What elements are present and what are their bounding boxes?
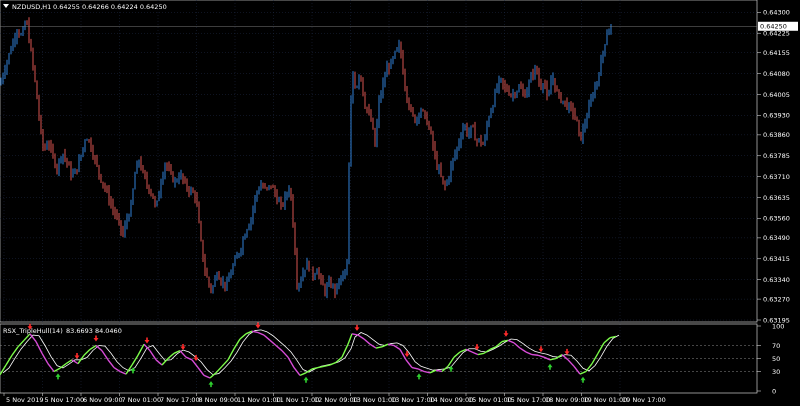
time-tick-label: 19 Nov 17:00 xyxy=(622,396,666,404)
time-tick-label: 19 Nov 01:00 xyxy=(584,396,628,404)
price-tick-label: 0.63860 xyxy=(763,131,790,139)
time-tick-label: 8 Nov 09:00 xyxy=(199,396,239,404)
current-price-label: 0.64250 xyxy=(760,22,787,30)
price-tick-label: 0.63930 xyxy=(763,112,790,120)
price-tick-label: 0.64005 xyxy=(763,91,790,99)
time-tick-label: 13 Nov 01:00 xyxy=(353,396,397,404)
rsx-segment xyxy=(531,353,539,356)
price-tick-label: 0.63490 xyxy=(763,234,790,242)
time-tick-label: 11 Nov 01:00 xyxy=(237,396,281,404)
indicator-values: 83.6693 84.0460 xyxy=(66,327,122,335)
time-tick-label: 12 Nov 09:00 xyxy=(314,396,358,404)
indicator-tick-label: 0 xyxy=(772,387,776,395)
time-tick-label: 6 Nov 09:00 xyxy=(83,396,123,404)
symbol-label: NZDUSD,H1 xyxy=(12,3,51,11)
time-tick-label: 14 Nov 09:00 xyxy=(430,396,474,404)
price-tick-label: 0.64155 xyxy=(763,49,790,57)
ohlc-values: 0.64255 0.64266 0.64224 0.64250 xyxy=(53,3,167,11)
trading-chart[interactable]: 0.643000.642250.641550.640800.640050.639… xyxy=(0,0,800,406)
price-tick-label: 0.63635 xyxy=(763,194,790,202)
price-tick-label: 0.63340 xyxy=(763,276,790,284)
indicator-tick-label: 70 xyxy=(772,342,780,350)
time-tick-label: 11 Nov 17:00 xyxy=(276,396,320,404)
indicator-tick-label: 50 xyxy=(772,355,780,363)
main-header: NZDUSD,H1 0.64255 0.64266 0.64224 0.6425… xyxy=(3,3,167,11)
price-tick-label: 0.63270 xyxy=(763,295,790,303)
time-tick-label: 7 Nov 17:00 xyxy=(160,396,200,404)
current-price-tag: 0.64250 xyxy=(758,21,798,31)
price-tick-label: 0.63785 xyxy=(763,152,790,160)
time-tick-label: 13 Nov 17:00 xyxy=(391,396,435,404)
time-tick-label: 5 Nov 2019 xyxy=(6,396,44,404)
indicator-tick-label: 100 xyxy=(772,322,784,330)
time-tick-label: 5 Nov 17:00 xyxy=(45,396,85,404)
price-tick-label: 0.63415 xyxy=(763,255,790,263)
indicator-tick-label: 30 xyxy=(772,368,780,376)
price-tick-label: 0.64080 xyxy=(763,70,790,78)
price-tick-label: 0.64300 xyxy=(763,9,790,17)
price-tick-label: 0.63560 xyxy=(763,215,790,223)
price-tick-label: 0.63710 xyxy=(763,173,790,181)
time-tick-label: 15 Nov 01:00 xyxy=(468,396,512,404)
time-tick-label: 7 Nov 01:00 xyxy=(122,396,162,404)
time-tick-label: 18 Nov 09:00 xyxy=(545,396,589,404)
time-tick-label: 15 Nov 17:00 xyxy=(507,396,551,404)
indicator-header: RSX_TripleHull(14) 83.6693 84.0460 xyxy=(3,327,122,335)
indicator-name: RSX_TripleHull(14) xyxy=(3,327,63,335)
